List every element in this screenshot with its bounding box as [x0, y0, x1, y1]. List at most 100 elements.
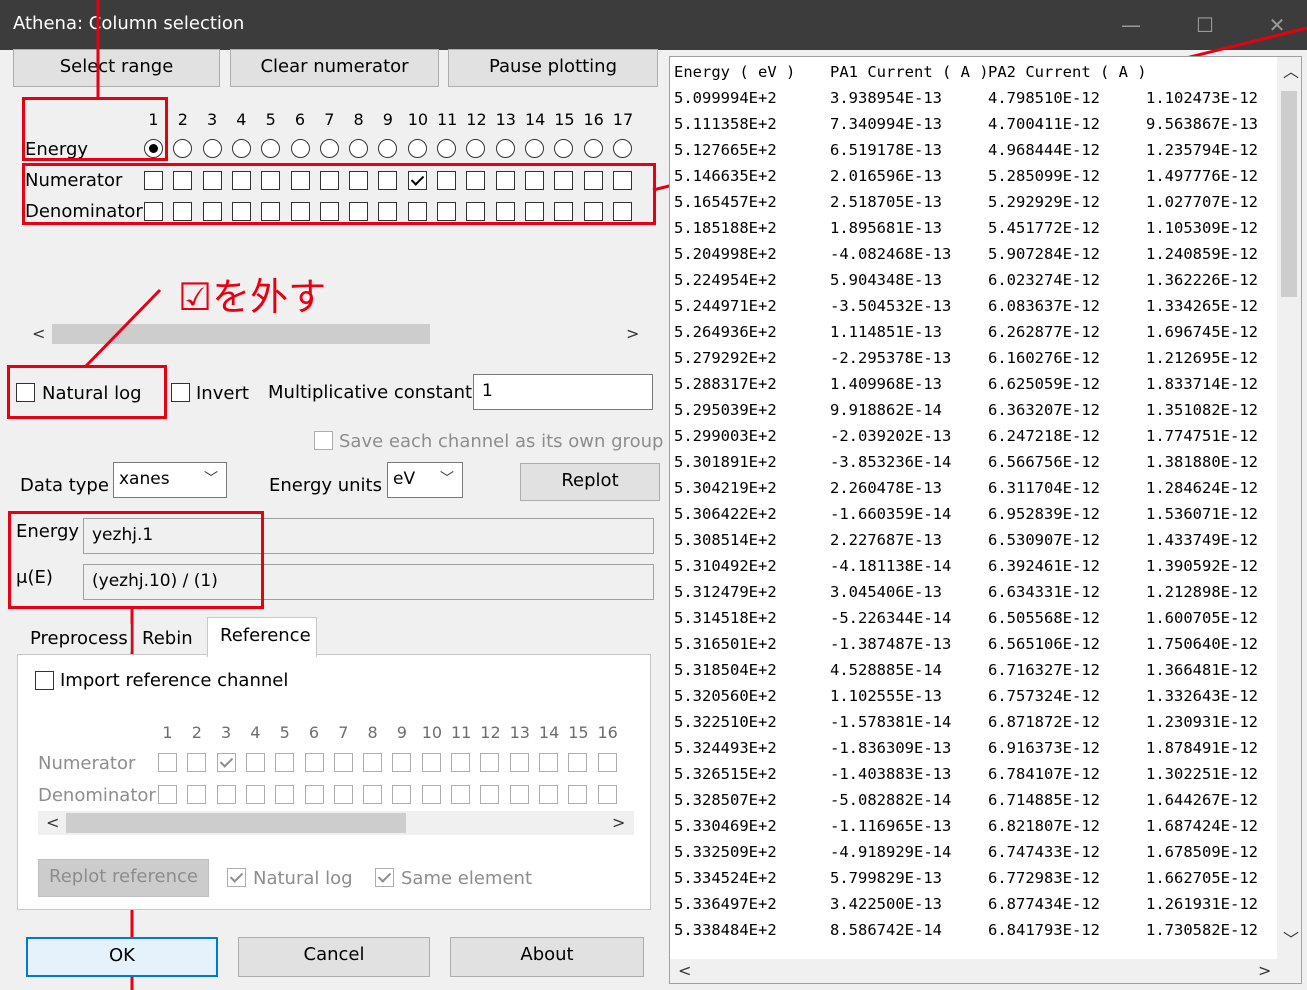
- table-cell: 1.261931E-12: [1146, 895, 1258, 913]
- cancel-button[interactable]: Cancel: [238, 937, 430, 977]
- table-cell: 1.895681E-13: [830, 219, 942, 237]
- reference-numerator-checkbox-col-15[interactable]: [568, 753, 588, 772]
- table-cell: 5.338484E+2: [674, 921, 777, 939]
- table-cell: 1.362226E-12: [1146, 271, 1258, 289]
- replot-reference-button[interactable]: Replot reference: [38, 859, 209, 897]
- save-each-channel-checkbox[interactable]: [314, 431, 333, 450]
- reference-numerator-checkbox-col-8[interactable]: [363, 753, 383, 772]
- scroll-left-arrow-icon[interactable]: <: [678, 960, 691, 982]
- table-cell: 3.422500E-13: [830, 895, 942, 913]
- table-cell: 5.312479E+2: [674, 583, 777, 601]
- reference-column-number: 16: [597, 723, 618, 742]
- table-cell: 1.334265E-12: [1146, 297, 1258, 315]
- reference-numerator-checkbox-col-6[interactable]: [304, 753, 324, 772]
- table-header-cell: PA2 Current ( A ): [988, 63, 1147, 81]
- table-cell: 1.497776E-12: [1146, 167, 1258, 185]
- scroll-thumb[interactable]: [66, 813, 406, 833]
- scroll-right-arrow-icon[interactable]: >: [1258, 960, 1271, 982]
- table-cell: 5.316501E+2: [674, 635, 777, 653]
- scroll-thumb[interactable]: [1281, 91, 1297, 297]
- table-cell: 5.318504E+2: [674, 661, 777, 679]
- scroll-up-arrow-icon[interactable]: ︿: [1283, 61, 1299, 83]
- reference-denominator-checkbox-col-11[interactable]: [451, 785, 470, 804]
- table-cell: 1.678509E-12: [1146, 843, 1258, 861]
- reference-grid-scrollbar[interactable]: < >: [38, 811, 634, 835]
- table-cell: 5.295039E+2: [674, 401, 777, 419]
- table-cell: 4.700411E-12: [988, 115, 1100, 133]
- reference-numerator-checkbox-col-1[interactable]: [158, 753, 177, 772]
- table-cell: 5.301891E+2: [674, 453, 777, 471]
- table-cell: 1.536071E-12: [1146, 505, 1258, 523]
- reference-denominator-checkbox-col-10[interactable]: [421, 785, 441, 804]
- energy-units-value: eV: [393, 469, 416, 489]
- replot-button[interactable]: Replot: [520, 463, 660, 501]
- table-cell: -1.660359E-14: [830, 505, 952, 523]
- table-cell: 4.798510E-12: [988, 89, 1100, 107]
- scroll-left-arrow-icon[interactable]: <: [46, 812, 59, 834]
- reference-numerator-checkbox-col-10[interactable]: [421, 753, 441, 772]
- scroll-down-arrow-icon[interactable]: ﹀: [1283, 929, 1299, 951]
- data-horizontal-scrollbar[interactable]: < >: [670, 959, 1301, 983]
- tab-preprocess[interactable]: Preprocess: [30, 628, 128, 649]
- reference-numerator-checkbox-col-7[interactable]: [333, 753, 353, 772]
- reference-column-number: 4: [250, 723, 261, 742]
- data-preview-panel[interactable]: Energy ( eV ) PA1 Current ( A ) PA2 Curren…: [669, 56, 1302, 984]
- table-cell: 6.530907E-12: [988, 531, 1100, 549]
- reference-column-number: 11: [451, 723, 472, 742]
- reference-denominator-checkbox-col-8[interactable]: [363, 785, 383, 804]
- ok-button[interactable]: OK: [26, 937, 218, 977]
- import-reference-checkbox[interactable]: [35, 671, 54, 690]
- same-element-checkbox[interactable]: [375, 868, 394, 887]
- reference-column-number: 14: [538, 723, 560, 742]
- reference-denominator-checkbox-col-9[interactable]: [392, 785, 412, 804]
- table-cell: 1.351082E-12: [1146, 401, 1258, 419]
- reference-denominator-checkbox-col-2[interactable]: [187, 785, 207, 804]
- table-cell: 6.392461E-12: [988, 557, 1100, 575]
- table-cell: -1.403883E-13: [830, 765, 952, 783]
- energy-units-select[interactable]: eV ﹀: [387, 462, 463, 498]
- reference-numerator-checkbox-col-13[interactable]: [509, 753, 529, 772]
- table-cell: 6.247218E-12: [988, 427, 1100, 445]
- about-button[interactable]: About: [450, 937, 644, 977]
- reference-numerator-checkbox-col-16[interactable]: [597, 753, 617, 772]
- reference-denominator-checkbox-col-15[interactable]: [568, 785, 588, 804]
- table-cell: 1.409968E-13: [830, 375, 942, 393]
- reference-numerator-checkbox-col-4[interactable]: [245, 753, 265, 772]
- multiplicative-constant-input[interactable]: 1: [473, 374, 653, 410]
- tab-rebin[interactable]: Rebin: [142, 628, 193, 649]
- reference-denominator-checkbox-col-14[interactable]: [538, 785, 558, 804]
- reference-numerator-checkbox-col-5[interactable]: [275, 753, 295, 772]
- reference-column-number: 12: [480, 723, 501, 742]
- data-type-select[interactable]: xanes ﹀: [113, 462, 227, 498]
- reference-denominator-checkbox-col-6[interactable]: [304, 785, 324, 804]
- reference-denominator-checkbox-col-13[interactable]: [509, 785, 529, 804]
- reference-numerator-checkbox-col-12[interactable]: [480, 753, 500, 772]
- table-cell: 5.285099E-12: [988, 167, 1100, 185]
- reference-numerator-checkbox-col-3[interactable]: [216, 753, 236, 772]
- data-vertical-scrollbar[interactable]: ︿ ﹀: [1277, 57, 1301, 961]
- reference-denominator-checkbox-col-12[interactable]: [480, 785, 500, 804]
- table-cell: -3.504532E-13: [830, 297, 952, 315]
- scroll-right-arrow-icon[interactable]: >: [612, 812, 625, 834]
- reference-column-number: 10: [421, 723, 443, 742]
- natural-log-checkbox[interactable]: [16, 383, 35, 402]
- reference-denominator-checkbox-col-16[interactable]: [597, 785, 617, 804]
- reference-numerator-checkbox-col-9[interactable]: [392, 753, 412, 772]
- reference-denominator-checkbox-col-3[interactable]: [216, 785, 236, 804]
- tab-reference[interactable]: Reference: [220, 625, 311, 646]
- table-cell: 1.102473E-12: [1146, 89, 1258, 107]
- table-cell: 2.016596E-13: [830, 167, 942, 185]
- reference-denominator-checkbox-col-7[interactable]: [333, 785, 353, 804]
- reference-numerator-checkbox-col-2[interactable]: [187, 753, 207, 772]
- reference-denominator-label: Denominator: [38, 785, 156, 806]
- reference-denominator-checkbox-col-1[interactable]: [158, 785, 177, 804]
- table-cell: -1.836309E-13: [830, 739, 952, 757]
- reference-numerator-checkbox-col-14[interactable]: [538, 753, 558, 772]
- reference-denominator-checkbox-col-4[interactable]: [245, 785, 265, 804]
- reference-numerator-checkbox-col-11[interactable]: [451, 753, 470, 772]
- invert-checkbox[interactable]: [171, 383, 190, 402]
- reference-natural-log-checkbox[interactable]: [227, 868, 246, 887]
- table-cell: 6.952839E-12: [988, 505, 1100, 523]
- reference-denominator-checkbox-col-5[interactable]: [275, 785, 295, 804]
- table-cell: 5.306422E+2: [674, 505, 777, 523]
